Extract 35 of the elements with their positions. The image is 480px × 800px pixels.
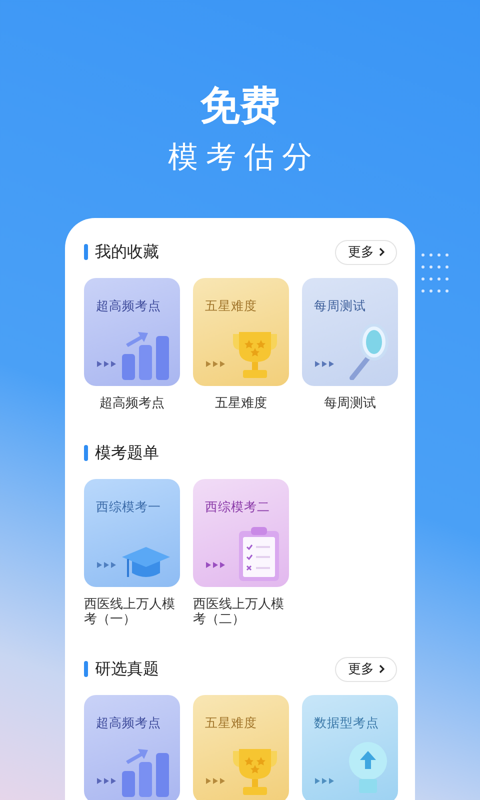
more-button[interactable]: 更多 (335, 240, 397, 264)
triple-arrow-icon (97, 361, 117, 367)
triple-arrow-icon (97, 778, 117, 784)
category-tile[interactable]: 五星难度 (193, 278, 289, 386)
tile-caption: 五星难度 (215, 396, 267, 411)
category-tile[interactable]: 超高频考点 (84, 278, 180, 386)
dot-grid-icon (420, 252, 450, 294)
section-accent-bar (84, 661, 88, 677)
tile-caption: 超高频考点 (100, 396, 164, 411)
clipboard-checklist-icon (237, 525, 281, 581)
category-tile[interactable]: 五星难度 (193, 695, 289, 800)
triple-arrow-icon (315, 361, 335, 367)
category-tile[interactable]: 西综模考一 (84, 479, 180, 587)
chevron-right-icon (378, 247, 386, 257)
hero-subtitle: 模考估分 (167, 139, 320, 177)
triple-arrow-icon (206, 778, 226, 784)
category-tile[interactable]: 西综模考二 (193, 479, 289, 587)
section-title: 模考题单 (95, 442, 160, 464)
hero-title: 免费 (200, 82, 280, 130)
triple-arrow-icon (206, 562, 226, 568)
tile-caption: 西医线上万人模考（二） (193, 597, 285, 627)
chevron-right-icon (378, 664, 386, 674)
section-accent-bar (84, 445, 88, 461)
more-button[interactable]: 更多 (335, 656, 397, 682)
triple-arrow-icon (315, 778, 335, 784)
category-tile[interactable]: 超高频考点 (84, 695, 180, 800)
category-tile[interactable]: 数据型考点 (302, 695, 398, 800)
section-accent-bar (84, 244, 88, 260)
category-tile[interactable]: 每周测试 (302, 278, 398, 386)
section-title: 研选真题 (95, 658, 160, 680)
tile-caption: 每周测试 (324, 396, 376, 411)
section-title: 我的收藏 (95, 242, 160, 262)
triple-arrow-icon (97, 562, 117, 568)
tile-caption: 西医线上万人模考（一） (84, 597, 176, 627)
triple-arrow-icon (206, 361, 226, 367)
